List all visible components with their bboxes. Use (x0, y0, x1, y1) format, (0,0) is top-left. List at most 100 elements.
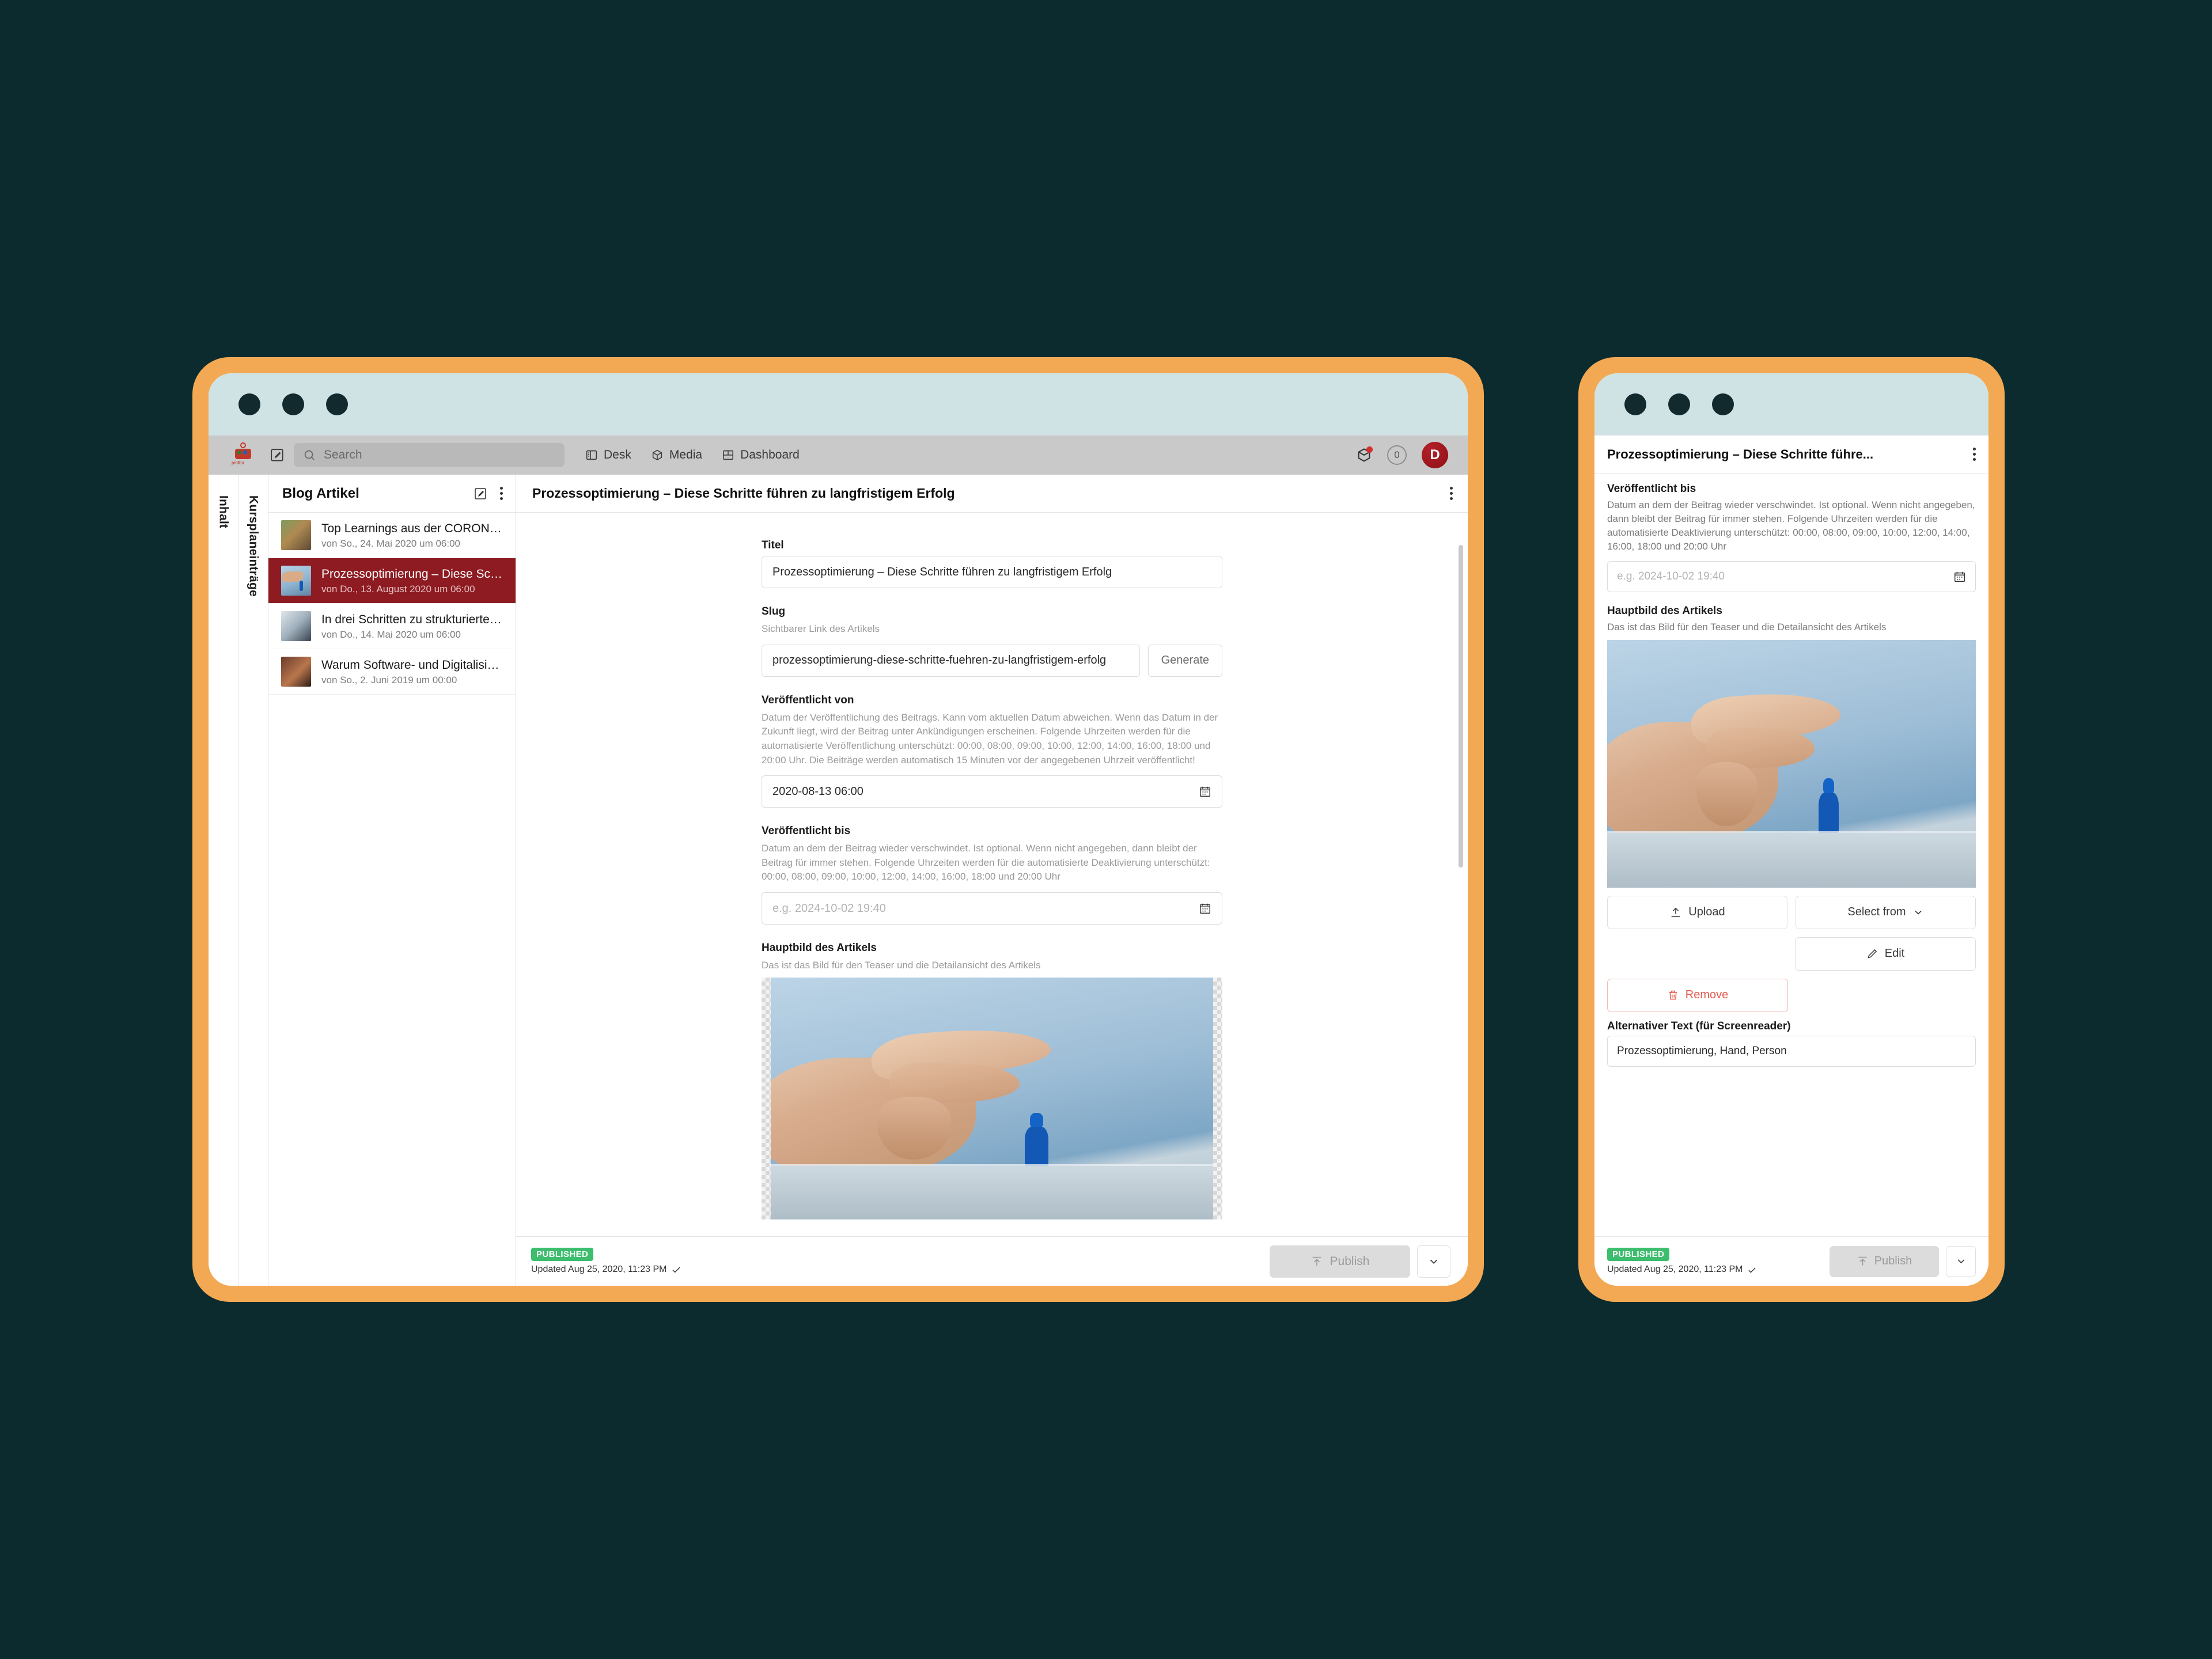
titel-input[interactable]: Prozessoptimierung – Diese Schritte führ… (762, 556, 1222, 588)
publish-upload-icon (1858, 1256, 1867, 1266)
chevron-down-icon (1430, 1259, 1438, 1264)
publish-label: Publish (1330, 1254, 1370, 1268)
trash-icon (1669, 990, 1677, 1000)
desk-icon (586, 450, 597, 460)
list-item[interactable]: Top Learnings aus der CORONA K... von So… (268, 513, 516, 558)
calendar-icon[interactable] (1953, 570, 1966, 583)
list-item-meta: von So., 24. Mai 2020 um 06:00 (321, 538, 460, 550)
calendar-icon[interactable] (1199, 902, 1211, 915)
generate-label: Generate (1161, 654, 1209, 667)
close-icon[interactable] (238, 393, 260, 415)
status-badge: PUBLISHED (531, 1248, 594, 1261)
minimize-icon[interactable] (1668, 393, 1690, 415)
field-label: Hauptbild des Artikels (1607, 604, 1722, 617)
vertical-tab-label: Kursplaneinträge (247, 495, 260, 597)
editor-scrollbar-thumb[interactable] (1459, 545, 1463, 868)
edit-button[interactable]: Edit (1795, 937, 1976, 971)
brand-logo-text: profitur (232, 460, 244, 465)
field-label: Veröffentlicht bis (762, 825, 851, 838)
check-icon (672, 1267, 680, 1273)
field-description: Datum an dem der Beitrag wieder verschwi… (762, 843, 1210, 882)
nav-item-media[interactable]: Media (651, 448, 702, 462)
published-from-input[interactable]: 2020-08-13 06:00 (762, 775, 1222, 808)
publish-dropdown-button[interactable] (1946, 1245, 1976, 1277)
maximize-icon[interactable] (326, 393, 348, 415)
editor-footer: PUBLISHED Updated Aug 25, 2020, 11:23 PM… (516, 1236, 1468, 1286)
list-item-thumbnail (281, 566, 311, 596)
chevron-down-icon (1957, 1259, 1964, 1264)
mobile-titlebar (1594, 373, 1988, 435)
close-icon[interactable] (1624, 393, 1646, 415)
minimize-icon[interactable] (282, 393, 304, 415)
updated-status: Updated Aug 25, 2020, 11:23 PM (1607, 1264, 1757, 1275)
alt-text-input[interactable]: Prozessoptimierung, Hand, Person (1607, 1035, 1976, 1067)
mobile-published-to-input[interactable]: e.g. 2024-10-02 19:40 (1607, 560, 1976, 592)
topbar-right-cluster: 0 D (1356, 442, 1448, 468)
avatar[interactable]: D (1422, 442, 1448, 468)
generate-slug-button[interactable]: Generate (1147, 644, 1222, 677)
notification-count-badge[interactable]: 0 (1387, 445, 1407, 465)
article-list-pane: Blog Artikel Top Learnings aus der CORON… (268, 475, 516, 1286)
publish-label: Publish (1874, 1255, 1912, 1267)
calendar-icon[interactable] (1199, 785, 1211, 798)
nav-item-dashboard[interactable]: Dashboard (722, 448, 800, 462)
field-published-from: Veröffentlicht von Datum der Veröffentli… (762, 694, 1222, 808)
slug-input[interactable]: prozessoptimierung-diese-schritte-fuehre… (762, 644, 1140, 677)
sidebar-item-inhalt[interactable]: Inhalt (209, 475, 238, 1286)
list-header: Blog Artikel (268, 475, 516, 513)
field-label: Hauptbild des Artikels (762, 942, 877, 955)
field-main-image: Hauptbild des Artikels Das ist das Bild … (762, 942, 1222, 1219)
list-item-meta: von Do., 13. August 2020 um 06:00 (321, 584, 475, 595)
main-image-preview[interactable] (762, 977, 1222, 1219)
published-from-value: 2020-08-13 06:00 (772, 785, 863, 798)
editor-scroll-area[interactable]: Titel Prozessoptimierung – Diese Schritt… (516, 513, 1468, 1236)
compose-pencil-icon[interactable] (264, 442, 290, 468)
select-from-button[interactable]: Select from (1796, 895, 1976, 929)
list-create-icon[interactable] (474, 487, 487, 501)
list-more-menu-icon[interactable] (500, 487, 503, 500)
field-label: Titel (762, 539, 784, 551)
search-input[interactable]: Search (294, 443, 565, 467)
mobile-scroll-area[interactable]: Veröffentlicht bis Datum an dem der Beit… (1594, 474, 1988, 1236)
mobile-field-alt-text: Alternativer Text (für Screenreader) Pro… (1607, 1020, 1976, 1067)
nav-item-desk[interactable]: Desk (585, 448, 631, 462)
publish-button-group: Publish (1270, 1245, 1450, 1278)
top-navigation: Desk Media Dashboard (585, 448, 800, 462)
field-label: Veröffentlicht von (762, 694, 854, 706)
sidebar-item-kursplaneintraege[interactable]: Kursplaneinträge (238, 475, 268, 1286)
list-item[interactable]: Warum Software- und Digitalisieru... von… (268, 649, 516, 695)
remove-button[interactable]: Remove (1607, 978, 1788, 1012)
mobile-main-image-preview[interactable] (1607, 639, 1976, 888)
mobile-publish-button-group: Publish (1830, 1245, 1976, 1277)
publish-dropdown-button[interactable] (1417, 1245, 1450, 1278)
list-item[interactable]: In drei Schritten zu strukturierten ... … (268, 604, 516, 649)
list-item-thumbnail (281, 611, 311, 641)
field-description: Das ist das Bild für den Teaser und die … (1607, 621, 1887, 632)
list-item[interactable]: Prozessoptimierung – Diese Schrit... von… (268, 558, 516, 604)
mobile-field-published-to: Veröffentlicht bis Datum an dem der Beit… (1607, 483, 1976, 592)
package-notification-icon[interactable] (1356, 446, 1373, 463)
article-photo (771, 977, 1213, 1219)
publish-button[interactable]: Publish (1830, 1245, 1939, 1277)
list-item-title: In drei Schritten zu strukturierten ... (321, 612, 504, 626)
field-label: Slug (762, 605, 786, 618)
mobile-more-menu-icon[interactable] (1964, 448, 1976, 461)
article-editor: Prozessoptimierung – Diese Schritte führ… (516, 475, 1468, 1286)
brand-logo-icon: profitur (232, 442, 255, 468)
app-logo[interactable]: profitur (222, 442, 264, 468)
maximize-icon[interactable] (1712, 393, 1734, 415)
publish-button[interactable]: Publish (1270, 1245, 1410, 1278)
published-to-input[interactable]: e.g. 2024-10-02 19:40 (762, 892, 1222, 925)
page-title: Prozessoptimierung – Diese Schritte führ… (532, 486, 955, 501)
desktop-window-frame: profitur Search Desk Media Dashboard 0 D… (192, 357, 1484, 1302)
editor-scrollbar[interactable] (1459, 522, 1465, 1227)
mobile-page-title: Prozessoptimierung – Diese Schritte führ… (1607, 446, 1874, 461)
pencil-icon (1868, 949, 1877, 959)
editor-more-menu-icon[interactable] (1450, 487, 1453, 500)
upload-button[interactable]: Upload (1607, 895, 1787, 929)
publish-upload-icon (1312, 1256, 1321, 1266)
chevron-down-icon (1914, 910, 1922, 915)
field-description: Datum an dem der Beitrag wieder verschwi… (1607, 499, 1975, 552)
search-icon (304, 450, 315, 460)
field-label: Alternativer Text (für Screenreader) (1607, 1020, 1791, 1032)
